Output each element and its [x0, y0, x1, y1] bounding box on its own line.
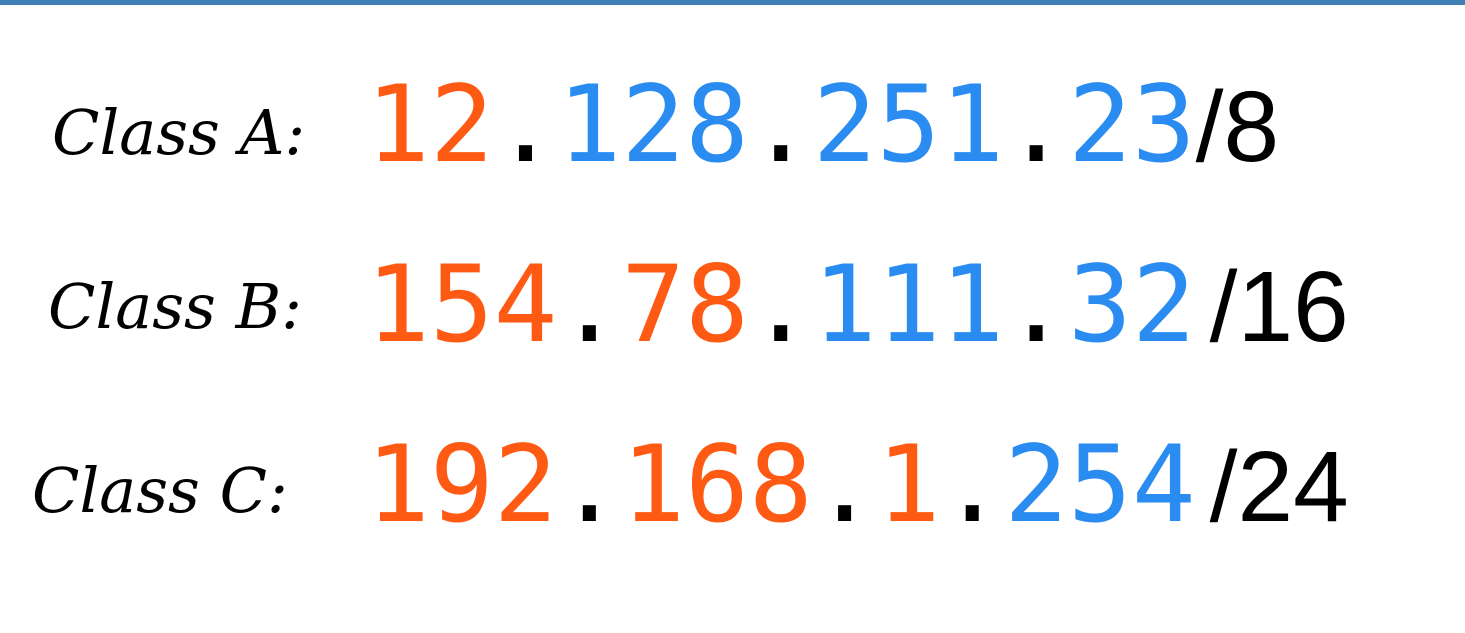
- class-b-dot-1: .: [557, 243, 622, 366]
- class-a-mask: /8: [1195, 71, 1280, 183]
- class-b-dot-3: .: [1004, 243, 1069, 366]
- class-a-octet-3: 251: [812, 63, 1005, 186]
- class-c-dot-3: .: [940, 423, 1005, 546]
- class-a-dot-2: .: [748, 63, 813, 186]
- class-a-octet-1: 12: [366, 63, 494, 186]
- class-a-octet-2: 128: [557, 63, 749, 186]
- class-a-dot-1: .: [493, 63, 558, 186]
- class-c-octet-3: 1: [876, 423, 941, 546]
- class-c-dot-1: .: [557, 423, 622, 546]
- class-b-ip: 154.78.111.32/16: [366, 252, 1349, 358]
- class-b-octet-1: 154: [366, 243, 558, 366]
- class-c-label: Class C:: [32, 454, 288, 527]
- class-b-octet-4: 32: [1068, 243, 1196, 366]
- class-c-row: Class C: 192.168.1.254/24: [0, 420, 1465, 550]
- class-c-dot-2: .: [812, 423, 877, 546]
- class-a-dot-3: .: [1004, 63, 1069, 186]
- class-c-octet-4: 254: [1004, 423, 1196, 546]
- class-c-ip: 192.168.1.254/24: [366, 432, 1349, 538]
- class-a-octet-4: 23: [1068, 63, 1196, 186]
- class-b-dot-2: .: [748, 243, 813, 366]
- class-b-mask: /16: [1209, 251, 1349, 363]
- class-b-octet-2: 78: [621, 243, 749, 366]
- class-c-octet-2: 168: [621, 423, 813, 546]
- class-b-label: Class B:: [48, 270, 303, 343]
- class-b-octet-3: 111: [812, 243, 1005, 366]
- class-a-row: Class A: 12.128.251.23/8: [0, 60, 1465, 190]
- top-border-bar: [0, 0, 1465, 5]
- class-c-octet-1: 192: [366, 423, 558, 546]
- class-c-mask: /24: [1209, 431, 1349, 543]
- class-a-ip: 12.128.251.23/8: [366, 72, 1279, 178]
- class-a-label: Class A:: [52, 96, 306, 169]
- class-b-row: Class B: 154.78.111.32/16: [0, 240, 1465, 370]
